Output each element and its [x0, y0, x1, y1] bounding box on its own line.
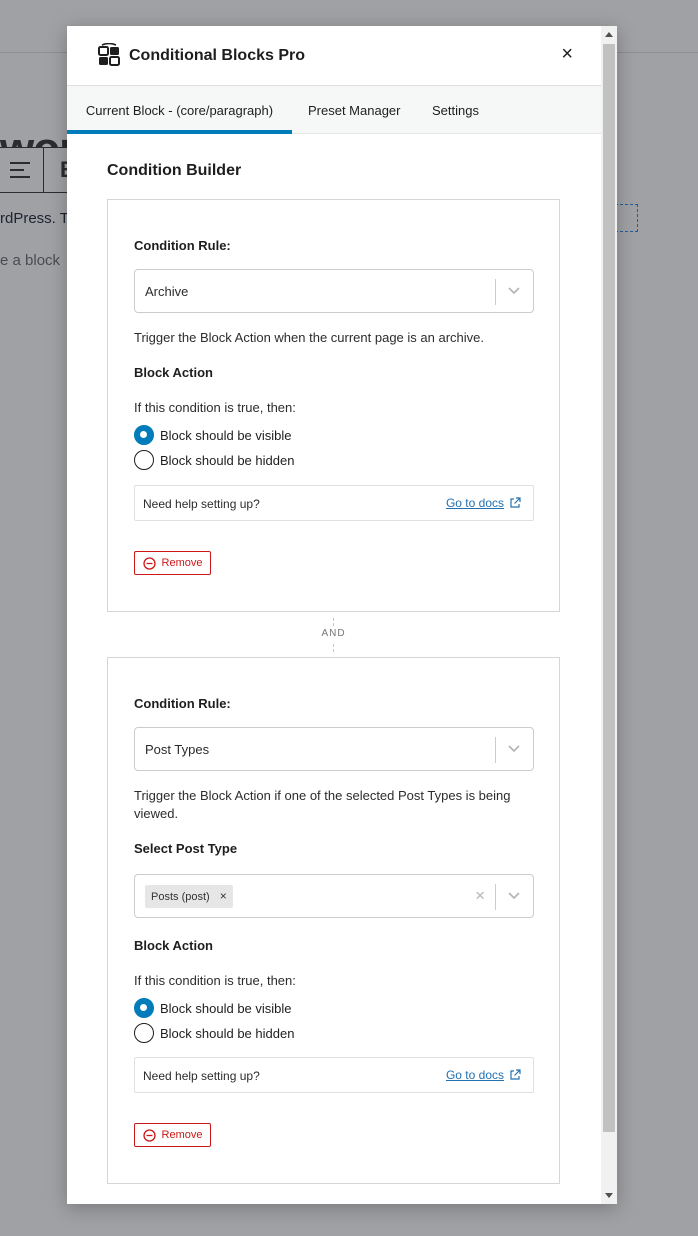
go-to-docs-link[interactable]: Go to docs — [446, 496, 521, 510]
align-icon — [10, 162, 30, 178]
joiner-line — [333, 644, 334, 652]
radio-button[interactable] — [134, 1023, 154, 1043]
scrollbar-thumb[interactable] — [603, 44, 615, 1132]
tab-settings[interactable]: Settings — [432, 86, 479, 134]
joiner-and-text: AND — [321, 628, 346, 639]
select-divider — [495, 737, 496, 763]
radio-button-selected[interactable] — [134, 425, 154, 445]
external-link-icon — [510, 497, 521, 508]
help-box: Need help setting up? Go to docs — [134, 485, 534, 521]
remove-label: Remove — [161, 1129, 203, 1141]
block-action-prompt: If this condition is true, then: — [134, 973, 296, 988]
radio-label: Block should be visible — [160, 427, 292, 443]
editor-paragraph-fragment: rdPress. T — [0, 210, 69, 227]
condition-rule-label: Condition Rule: — [134, 696, 231, 711]
close-icon[interactable]: × — [561, 44, 573, 64]
conditional-blocks-modal: Conditional Blocks Pro × Current Block -… — [67, 26, 617, 1204]
docs-link-label: Go to docs — [445, 496, 504, 510]
help-text: Need help setting up? — [143, 497, 260, 511]
condition-rule-select[interactable]: Post Types — [134, 727, 534, 771]
docs-link-label: Go to docs — [445, 1068, 504, 1082]
chevron-down-icon[interactable] — [507, 283, 521, 297]
radio-block-visible[interactable]: Block should be visible — [134, 998, 292, 1018]
scroll-up-arrow-icon[interactable] — [605, 32, 613, 37]
modal-tabs: Current Block - (core/paragraph) Preset … — [67, 86, 601, 134]
condition-rule-value: Post Types — [145, 742, 210, 757]
radio-button[interactable] — [134, 450, 154, 470]
scroll-down-arrow-icon[interactable] — [605, 1193, 613, 1198]
select-post-type-label: Select Post Type — [134, 841, 238, 856]
condition-description: Trigger the Block Action if one of the s… — [134, 788, 511, 821]
radio-button-selected[interactable] — [134, 998, 154, 1018]
condition-rule-select[interactable]: Archive — [134, 269, 534, 313]
joiner-line — [333, 618, 334, 626]
condition-card-post-types: Condition Rule: Post Types Trigger the B… — [107, 657, 560, 1184]
clear-selection-icon[interactable]: × — [475, 886, 485, 906]
editor-add-block-fragment: e a block — [0, 252, 61, 269]
external-link-icon — [510, 1069, 521, 1080]
radio-label: Block should be visible — [160, 1000, 292, 1016]
select-divider — [495, 279, 496, 305]
condition-card-archive: Condition Rule: Archive Trigger the Bloc… — [107, 199, 560, 612]
radio-label: Block should be hidden — [160, 452, 295, 468]
chevron-down-icon[interactable] — [507, 741, 521, 755]
conditional-blocks-logo-icon — [98, 43, 120, 66]
remove-condition-button[interactable]: Remove — [134, 1123, 211, 1147]
minus-circle-icon — [142, 1128, 156, 1142]
radio-block-hidden[interactable]: Block should be hidden — [134, 450, 294, 470]
modal-scrollbar[interactable] — [601, 26, 617, 1204]
condition-description: Trigger the Block Action when the curren… — [134, 330, 484, 345]
go-to-docs-link[interactable]: Go to docs — [446, 1068, 521, 1082]
modal-title: Conditional Blocks Pro — [129, 47, 306, 64]
radio-block-visible[interactable]: Block should be visible — [134, 425, 292, 445]
chevron-down-icon[interactable] — [507, 888, 521, 902]
tab-preset-manager[interactable]: Preset Manager — [308, 86, 401, 134]
tab-current-block[interactable]: Current Block - (core/paragraph) — [67, 86, 292, 134]
radio-label: Block should be hidden — [160, 1025, 295, 1041]
block-action-label: Block Action — [134, 365, 213, 380]
chip-remove-icon[interactable]: × — [220, 889, 227, 903]
chip-label: Posts (post) — [151, 891, 210, 903]
select-divider — [495, 884, 496, 910]
toolbar-separator — [43, 148, 44, 192]
condition-rule-label: Condition Rule: — [134, 238, 231, 253]
help-text: Need help setting up? — [143, 1069, 260, 1083]
block-action-prompt: If this condition is true, then: — [134, 400, 296, 415]
post-type-multiselect[interactable]: Posts (post) × × — [134, 874, 534, 918]
remove-condition-button[interactable]: Remove — [134, 551, 211, 575]
minus-circle-icon — [142, 556, 156, 570]
remove-label: Remove — [161, 557, 203, 569]
condition-builder-title: Condition Builder — [107, 162, 242, 179]
help-box: Need help setting up? Go to docs — [134, 1057, 534, 1093]
post-type-chip: Posts (post) × — [145, 885, 233, 908]
modal-header: Conditional Blocks Pro × — [67, 26, 617, 86]
block-action-label: Block Action — [134, 938, 213, 953]
condition-joiner: AND — [107, 618, 560, 652]
radio-block-hidden[interactable]: Block should be hidden — [134, 1023, 294, 1043]
condition-rule-value: Archive — [145, 284, 189, 299]
